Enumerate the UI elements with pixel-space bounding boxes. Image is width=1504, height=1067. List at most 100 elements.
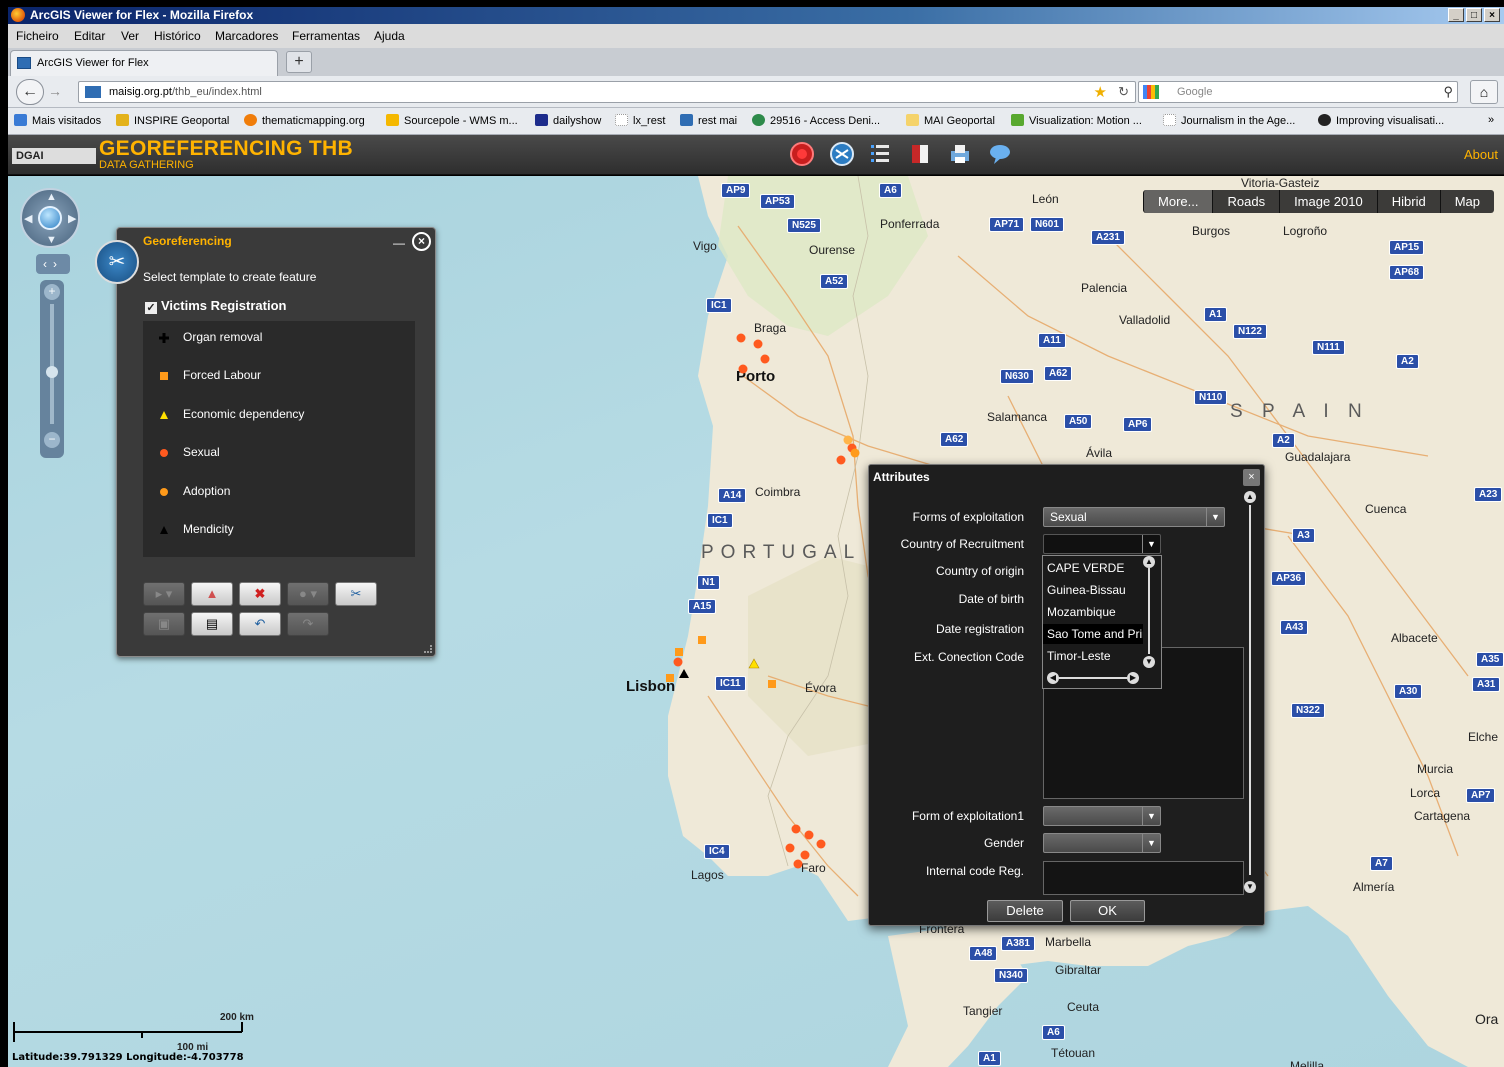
previous-next-extent-control[interactable]: ‹› <box>36 254 70 274</box>
search-bar[interactable]: Google ⚲ <box>1138 81 1458 103</box>
minimize-button[interactable]: _ <box>1448 8 1464 22</box>
bookmark-item[interactable]: rest mai <box>680 114 737 127</box>
basemap-hibrid-button[interactable]: Hibrid <box>1376 190 1440 213</box>
template-adoption[interactable]: Adoption <box>143 477 415 507</box>
dropdown-hscrollbar[interactable]: ◀ ▶ <box>1047 672 1139 684</box>
bookmarks-overflow-icon[interactable]: » <box>1488 114 1494 126</box>
template-mendicity[interactable]: Mendicity <box>143 515 415 545</box>
scroll-right-icon[interactable]: ▶ <box>1127 672 1139 684</box>
menu-marcadores[interactable]: Marcadores <box>215 29 278 43</box>
chat-icon[interactable] <box>987 141 1013 167</box>
bookmark-item[interactable]: Journalism in the Age... <box>1163 114 1295 127</box>
checkbox-icon[interactable]: ✓ <box>145 302 157 314</box>
menu-ver[interactable]: Ver <box>121 29 139 43</box>
scroll-down-icon[interactable]: ▼ <box>1244 881 1256 893</box>
forward-button[interactable]: → <box>48 83 62 99</box>
home-button[interactable]: ⌂ <box>1470 80 1498 104</box>
internal-code-input[interactable] <box>1043 861 1244 895</box>
list-icon[interactable] <box>867 141 893 167</box>
scroll-up-icon[interactable]: ▲ <box>1143 556 1155 568</box>
bookmark-item[interactable]: 29516 - Access Deni... <box>752 114 880 127</box>
forms-of-exploitation-select[interactable]: Sexual ▼ <box>1043 507 1225 527</box>
pan-control[interactable]: ▲ ▼ ◀ ▶ <box>20 188 80 248</box>
redo-tool-button[interactable]: ↷ <box>287 612 329 636</box>
undo-tool-button[interactable]: ↶ <box>239 612 281 636</box>
basemap-map-button[interactable]: Map <box>1439 190 1494 213</box>
dropdown-vscrollbar[interactable]: ▲ ▼ <box>1143 556 1155 668</box>
ok-button[interactable]: OK <box>1070 900 1145 922</box>
zoom-track[interactable] <box>50 304 54 424</box>
close-icon[interactable]: × <box>412 232 431 251</box>
new-tab-button[interactable]: + <box>286 51 312 73</box>
bookmark-item[interactable]: lx_rest <box>615 114 665 127</box>
tab-arcgis-viewer[interactable]: ArcGIS Viewer for Flex <box>10 50 278 76</box>
menu-ajuda[interactable]: Ajuda <box>374 29 405 43</box>
select-tool-button[interactable]: ▸ ▾ <box>143 582 185 606</box>
dropdown-option[interactable]: Mozambique <box>1047 602 1143 622</box>
dialog-scrollbar[interactable]: ▲ ▼ <box>1244 491 1256 893</box>
scroll-track[interactable] <box>1059 677 1127 679</box>
close-icon[interactable]: × <box>1243 469 1260 486</box>
template-sexual[interactable]: Sexual <box>143 438 415 468</box>
delete-tool-button[interactable]: ✖ <box>239 582 281 606</box>
minimize-icon[interactable]: — <box>393 236 405 250</box>
scroll-down-icon[interactable]: ▼ <box>1143 656 1155 668</box>
scroll-up-icon[interactable]: ▲ <box>1244 491 1256 503</box>
zoom-slider[interactable]: + − <box>40 280 64 458</box>
menu-ferramentas[interactable]: Ferramentas <box>292 29 360 43</box>
book-icon[interactable] <box>907 141 933 167</box>
pan-up-icon[interactable]: ▲ <box>46 191 57 203</box>
attributes-tool-button[interactable]: ▤ <box>191 612 233 636</box>
bookmark-item[interactable]: dailyshow <box>535 114 601 127</box>
scroll-track[interactable] <box>1148 568 1150 654</box>
bookmark-item[interactable]: Improving visualisati... <box>1318 114 1444 127</box>
bookmark-item[interactable]: thematicmapping.org <box>244 114 365 127</box>
template-forced-labour[interactable]: Forced Labour <box>143 361 415 391</box>
bookmark-item[interactable]: Sourcepole - WMS m... <box>386 114 518 127</box>
record-icon[interactable] <box>789 141 815 167</box>
pan-right-icon[interactable]: ▶ <box>68 212 76 225</box>
merge-tool-button[interactable]: ● ▾ <box>287 582 329 606</box>
reshape-tool-button[interactable]: ▣ <box>143 612 185 636</box>
template-organ-removal[interactable]: Organ removal <box>143 323 415 353</box>
menu-editar[interactable]: Editar <box>74 29 105 43</box>
eraser-tool-button[interactable]: ▲ <box>191 582 233 606</box>
gender-select[interactable]: ▼ <box>1043 833 1161 853</box>
scroll-track[interactable] <box>1249 505 1251 875</box>
bookmark-item[interactable]: Visualization: Motion ... <box>1011 114 1142 127</box>
pan-left-icon[interactable]: ◀ <box>24 212 32 225</box>
cut-tool-button[interactable]: ✂ <box>335 582 377 606</box>
scroll-left-icon[interactable]: ◀ <box>1047 672 1059 684</box>
zoom-thumb[interactable] <box>46 366 58 378</box>
reload-icon[interactable]: ↻ <box>1118 84 1129 100</box>
basemap-more-button[interactable]: More... <box>1143 190 1213 213</box>
search-icon[interactable]: ⚲ <box>1443 84 1453 100</box>
country-of-recruitment-select[interactable]: ▼ <box>1043 534 1161 554</box>
menu-ficheiro[interactable]: Ficheiro <box>16 29 59 43</box>
pan-down-icon[interactable]: ▼ <box>46 234 57 246</box>
menu-historico[interactable]: Histórico <box>154 29 201 43</box>
basemap-roads-button[interactable]: Roads <box>1212 190 1280 213</box>
back-button[interactable]: ← <box>16 79 44 105</box>
about-link[interactable]: About <box>1464 147 1498 162</box>
zoom-out-icon[interactable]: − <box>44 432 60 448</box>
dropdown-option[interactable]: Guinea-Bissau <box>1047 580 1143 600</box>
template-economic-dependency[interactable]: Economic dependency <box>143 400 415 430</box>
maximize-button[interactable]: □ <box>1466 8 1482 22</box>
bookmark-item[interactable]: INSPIRE Geoportal <box>116 114 229 127</box>
dropdown-option[interactable]: Timor-Leste <box>1047 646 1143 666</box>
template-group[interactable]: ✓ Victims Registration <box>145 298 286 314</box>
close-button[interactable]: × <box>1484 8 1500 22</box>
print-icon[interactable] <box>947 141 973 167</box>
bookmark-star-icon[interactable]: ★ <box>1094 83 1107 101</box>
zoom-in-icon[interactable]: + <box>44 284 60 300</box>
url-bar[interactable]: maisig.org.pt/thb_eu/index.html ★ ↻ <box>78 81 1136 103</box>
bookmark-item[interactable]: Mais visitados <box>14 114 101 127</box>
georeferencing-icon[interactable] <box>829 141 855 167</box>
dropdown-option[interactable]: CAPE VERDE <box>1047 558 1143 578</box>
bookmark-item[interactable]: MAI Geoportal <box>906 114 995 127</box>
full-extent-globe-icon[interactable] <box>38 206 62 230</box>
form-of-exploitation1-select[interactable]: ▼ <box>1043 806 1161 826</box>
delete-button[interactable]: Delete <box>987 900 1063 922</box>
basemap-image-2010-button[interactable]: Image 2010 <box>1279 190 1377 213</box>
